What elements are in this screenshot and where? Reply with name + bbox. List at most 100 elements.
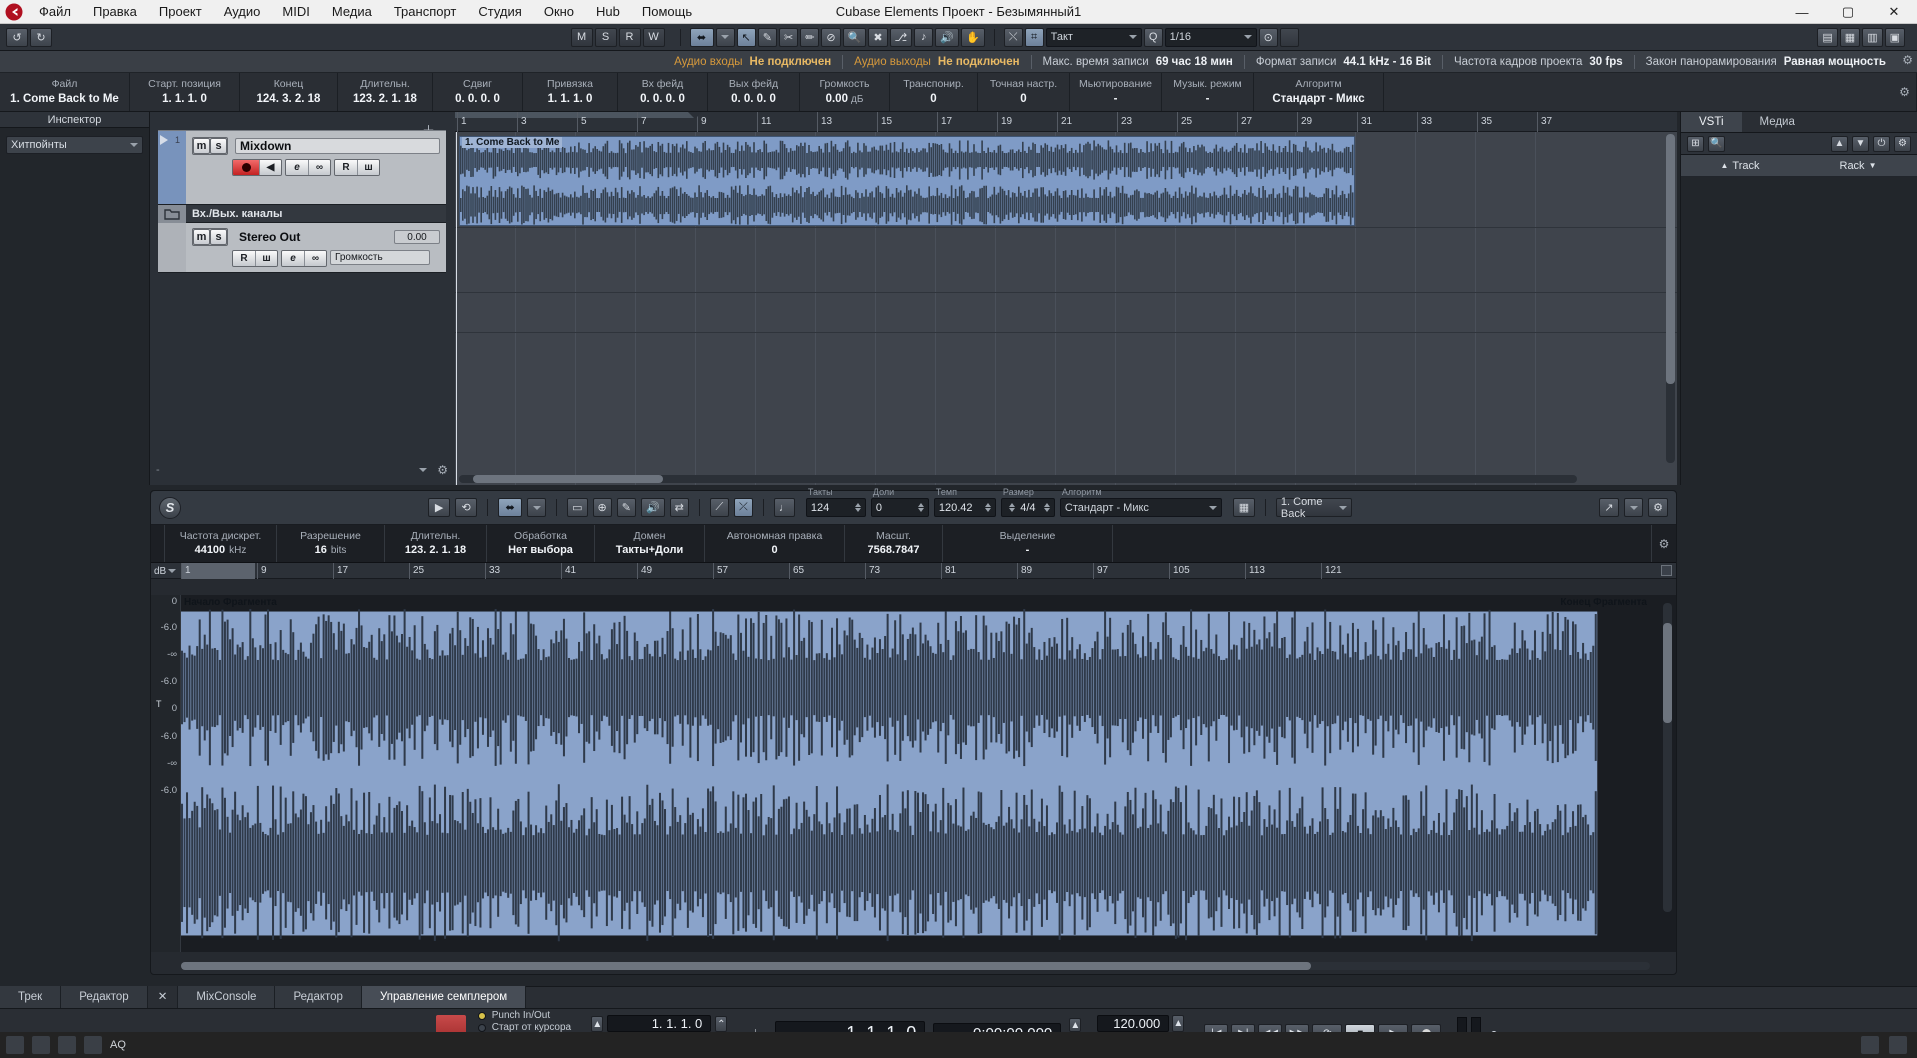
sort-asc-icon[interactable]: ▲ [1720,161,1728,170]
stereo-mute-button[interactable]: m [193,229,210,245]
tab-vsti[interactable]: VSTi [1681,112,1742,132]
global-mute-button[interactable]: M [570,27,593,47]
audio-event-come-back-to-me[interactable]: 1. Come Back to Me [459,136,1355,226]
project-cursor[interactable] [456,132,457,485]
sampler-zoom-tool-button[interactable]: ⊕ [592,498,612,517]
info-col-musicalmode-value[interactable]: - [1206,91,1210,107]
object-selection-mode-button[interactable]: ⬌ [689,27,714,47]
sort-desc-icon[interactable]: ▼ [1869,161,1877,170]
sampler-mode-dropdown-icon[interactable] [527,498,547,517]
gear-icon-rack[interactable]: ⚙ [1894,135,1911,152]
db-scale-toggle[interactable]: dB [151,563,181,579]
scissors-tool-button[interactable]: ✂ [778,27,799,47]
hitpoints-field[interactable]: Хитпойнты [6,136,143,154]
menu-item-audio[interactable]: Аудио [213,0,272,24]
sampler-beats-stepper[interactable] [917,503,924,512]
sampler-tempo-input[interactable]: 120.42 [933,498,996,517]
sampler-info-bitdepth-value[interactable]: 16 bits [315,543,347,558]
menu-item-media[interactable]: Медиа [321,0,383,24]
network-icon[interactable] [1889,1036,1907,1054]
quantize-more-icon[interactable] [1279,27,1299,47]
mute-tool-button[interactable]: ✖ [868,27,888,47]
track-solo-button[interactable]: s [210,138,227,154]
arrangement-canvas[interactable]: 1. Come Back to Me [455,132,1677,485]
stereo-out-name[interactable]: Stereo Out [231,230,391,244]
sampler-vscroll-thumb[interactable] [1663,623,1672,723]
sampler-info-samplerate-value[interactable]: 44100 kHz [195,543,247,558]
sampler-signature-input[interactable]: 4/4 [1000,498,1055,517]
track-list-gear-icon[interactable]: ⚙ [437,463,448,477]
cycle-range-marker[interactable] [455,112,695,118]
grid-type-select[interactable]: Такт [1045,27,1142,47]
info-col-end-value[interactable]: 124. 3. 2. 18 [257,91,321,107]
sampler-draw-tool-button[interactable]: ✎ [616,498,636,517]
show-left-zone-button[interactable]: ▤ [1817,27,1838,47]
sampler-scrub-tool-button[interactable]: ⇄ [669,498,689,517]
sampler-open-window-button[interactable]: ↗ [1599,498,1620,517]
search-icon[interactable]: 🔍 [1708,135,1725,152]
draw-tool-button[interactable]: ♪ [914,27,934,47]
edit-channel-button[interactable]: e [286,160,308,175]
menu-item-window[interactable]: Окно [533,0,585,24]
notify-icon[interactable] [1861,1036,1879,1054]
automation-write-button[interactable]: ш [357,160,379,175]
sampler-info-process-value[interactable]: Нет выбора [508,543,573,558]
sampler-play-button[interactable]: ▶ [428,498,451,517]
info-col-fadein-value[interactable]: 0. 0. 0. 0 [640,91,685,107]
sampler-tempo-stepper[interactable] [984,503,991,512]
info-col-transpose-value[interactable]: 0 [930,91,936,107]
info-col-algorithm-value[interactable]: Стандарт - Микс [1272,91,1364,107]
info-col-fadeout-value[interactable]: 0. 0. 0. 0 [731,91,776,107]
info-col-volume-value[interactable]: 0.00 дБ [826,91,864,108]
track-row-mixdown[interactable]: 1 m s Mixdown ◀ e ∞ R ш [158,130,446,205]
option-punch-inout[interactable]: Punch In/Out [477,1010,578,1021]
sampler-select-mode-button[interactable]: ⬌ [498,498,523,517]
left-locator-stepper[interactable]: ▲ [591,1016,604,1032]
info-col-finetune-value[interactable]: 0 [1020,91,1026,107]
left-locator-display[interactable]: 1. 1. 1. 0 [607,1015,712,1032]
sampler-bars-stepper[interactable] [854,503,861,512]
timeline-ruler[interactable]: 1 3 5 7 9 11 13 15 17 19 21 23 25 27 29 … [455,112,1677,132]
stereo-out-volume-value[interactable]: 0.00 [394,230,440,244]
undo-button[interactable]: ↺ [6,27,28,47]
info-col-snap-value[interactable]: 1. 1. 1. 0 [548,91,593,107]
snap-toggle-button[interactable]: ⌗ [1024,27,1044,47]
sampler-info-domain-value[interactable]: Такты+Доли [616,543,683,558]
monitor-button[interactable]: ◀ [259,160,281,175]
menu-item-help[interactable]: Помощь [631,0,703,24]
info-col-mute-value[interactable]: - [1114,91,1118,107]
automation-read-button[interactable]: R [335,160,357,175]
event-info-gear-icon[interactable]: ⚙ [1893,73,1917,111]
stereo-volume-label[interactable]: Громкость [330,250,430,265]
menu-item-midi[interactable]: MIDI [271,0,320,24]
folder-icon-taskbar[interactable] [84,1036,102,1054]
add-instrument-icon[interactable]: ⊞ [1687,135,1704,152]
track-list-chevron-icon[interactable] [419,468,428,472]
redo-button[interactable]: ↻ [30,27,52,47]
track-row-stereo-out[interactable]: m s Stereo Out 0.00 R ш e ∞ Громкость [158,223,446,273]
sampler-file-selector[interactable]: 1. Come Back [1275,496,1352,520]
close-button[interactable]: ✕ [1871,0,1917,24]
sampler-clip-container[interactable]: Начало Фрагмента Конец Фрагмента [181,595,1650,952]
stereo-write-button[interactable]: ш [255,251,277,266]
range-tool-button[interactable]: ✎ [757,27,777,47]
windows-icon[interactable] [6,1036,24,1054]
sampler-timewarp-button[interactable]: ⟋ [709,498,729,517]
tab-sampler-control[interactable]: Управление семплером [361,986,527,1008]
time-display-up[interactable]: ▲ [1069,1018,1082,1032]
sampler-vertical-scrollbar[interactable] [1663,603,1672,912]
sampler-info-zoom-value[interactable]: 7568.7847 [868,543,920,558]
tempo-display[interactable]: 120.000 [1097,1015,1170,1032]
gear-icon-infoline[interactable]: ⚙ [1902,53,1913,67]
stereo-read-button[interactable]: R [233,251,255,266]
sampler-note-icon[interactable]: ♩ [773,498,795,517]
sampler-range-tool-button[interactable]: ▭ [567,498,588,517]
menu-item-transport[interactable]: Транспорт [383,0,468,24]
sampler-info-selection-value[interactable]: - [1026,543,1030,558]
sampler-snap-button[interactable]: ⤫ [733,498,753,517]
menu-item-edit[interactable]: Правка [82,0,148,24]
stereo-solo-button[interactable]: s [210,229,227,245]
erase-tool-button[interactable]: ⊘ [821,27,841,47]
timewarp-tool-button[interactable]: ⎇ [889,27,913,47]
record-enable-button[interactable] [233,160,259,175]
